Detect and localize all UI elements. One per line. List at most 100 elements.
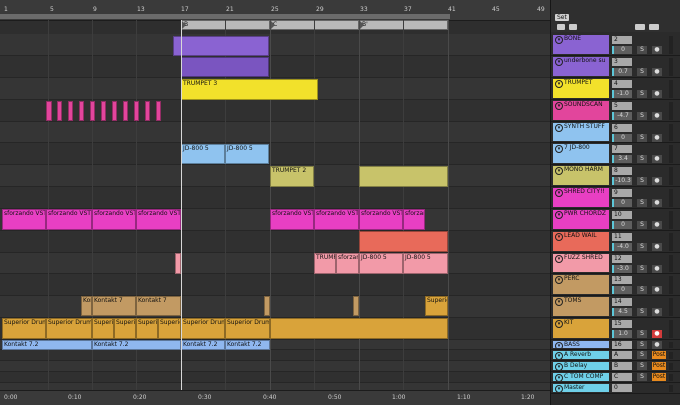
solo-button[interactable]: S: [637, 90, 647, 98]
solo-button[interactable]: S: [637, 199, 647, 207]
solo-button[interactable]: S: [637, 265, 647, 273]
track-number[interactable]: 3: [612, 58, 632, 66]
track-name[interactable]: ▾ A Reverb: [553, 351, 609, 359]
solo-button[interactable]: S: [637, 243, 647, 251]
clip-sforzando[interactable]: sforzando VST: [359, 209, 403, 230]
track-name[interactable]: ▾ underbone su: [553, 57, 609, 76]
clip-superior[interactable]: Superior Drums: [136, 318, 158, 339]
volume-field[interactable]: 1.0: [612, 330, 632, 338]
fold-icon[interactable]: ▾: [555, 363, 563, 370]
clip-superior[interactable]: Superior Drums: [158, 318, 181, 339]
track-name[interactable]: ▾ Master: [553, 384, 609, 392]
solo-button[interactable]: S: [637, 362, 647, 370]
volume-field[interactable]: 0: [612, 199, 632, 207]
solo-button[interactable]: S: [637, 155, 647, 163]
track-name[interactable]: ▾ TOMS: [553, 297, 609, 316]
solo-button[interactable]: S: [637, 134, 647, 142]
track-number[interactable]: 7: [612, 145, 632, 153]
volume-field[interactable]: 0: [612, 286, 632, 294]
track-name[interactable]: ▾ PERC: [553, 275, 609, 294]
clip-sforzando[interactable]: sforzando VST: [136, 209, 181, 230]
track-header[interactable]: ▾ PWR CHORDZ 10 0 S ●: [551, 209, 680, 231]
track-header[interactable]: ▾ LEAD WAIL 11 -4.0 S ●: [551, 231, 680, 253]
clip-jd800-a[interactable]: JD-800 5: [181, 144, 225, 164]
volume-field[interactable]: -4.7: [612, 112, 632, 120]
expand-icon[interactable]: [635, 24, 645, 30]
playhead[interactable]: [181, 20, 182, 391]
clip-superior[interactable]: [270, 318, 448, 339]
clip-superior[interactable]: Superior Drums: [425, 296, 448, 316]
fold-icon[interactable]: ▾: [555, 167, 563, 175]
clip-superior[interactable]: Superior Drums: [2, 318, 46, 339]
track-name[interactable]: ▾ B Delay: [553, 362, 609, 370]
clip-soundscan[interactable]: [79, 101, 84, 121]
clip-kontakt-bass[interactable]: Kontakt 7.2: [92, 340, 181, 350]
fold-icon[interactable]: ▾: [555, 102, 563, 110]
arm-button[interactable]: ●: [652, 243, 662, 251]
clip-sforzando[interactable]: sforzando VST: [2, 209, 46, 230]
track-number[interactable]: 15: [612, 320, 632, 328]
clip-soundscan[interactable]: [123, 101, 128, 121]
clip-superior[interactable]: Superior Drums: [114, 318, 136, 339]
clip-kontakt[interactable]: [353, 296, 359, 316]
arm-button[interactable]: ●: [652, 265, 662, 273]
solo-button[interactable]: S: [637, 330, 647, 338]
arm-button[interactable]: ●: [652, 155, 662, 163]
track-number[interactable]: 6: [612, 124, 632, 132]
post-button[interactable]: Post: [652, 362, 666, 370]
track-number[interactable]: 9: [612, 189, 632, 197]
track-header[interactable]: ▾ A Reverb A S Post: [551, 350, 680, 361]
clip-soundscan[interactable]: [134, 101, 139, 121]
clip-kontakt-bass[interactable]: Kontakt 7.2: [2, 340, 92, 350]
track-name[interactable]: ▾ TRUMPET: [553, 79, 609, 98]
track-name[interactable]: ▾ 7 JD-800: [553, 144, 609, 163]
solo-button[interactable]: S: [637, 308, 647, 316]
clip-jd800-d[interactable]: JD-800 5: [403, 253, 448, 274]
track-name[interactable]: ▾ BASS: [553, 341, 609, 348]
fold-icon[interactable]: ▾: [555, 298, 563, 306]
track-header[interactable]: ▾ TOMS 14 4.5 S ●: [551, 296, 680, 318]
track-number[interactable]: 8: [612, 167, 632, 175]
clip-sforzando[interactable]: sforzando VST: [46, 209, 92, 230]
clip-kontakt-bass[interactable]: Kontakt 7.2: [181, 340, 225, 350]
fold-icon[interactable]: ▾: [555, 342, 563, 348]
fold-icon[interactable]: ▾: [555, 80, 563, 88]
solo-button[interactable]: S: [637, 373, 647, 381]
arm-button[interactable]: ●: [652, 330, 662, 338]
clip-soundscan[interactable]: [68, 101, 73, 121]
fold-icon[interactable]: ▾: [555, 36, 563, 44]
fold-icon[interactable]: ▾: [555, 352, 563, 359]
volume-field[interactable]: 0.7: [612, 68, 632, 76]
clip-soundscan[interactable]: [90, 101, 95, 121]
fold-icon[interactable]: ▾: [555, 58, 563, 66]
clip-soundscan[interactable]: [57, 101, 62, 121]
solo-button[interactable]: S: [637, 221, 647, 229]
post-button[interactable]: Post: [652, 373, 666, 381]
clip-superior[interactable]: Superior Drums: [181, 318, 225, 339]
track-name[interactable]: ▾ PWR CHORDZ: [553, 210, 609, 229]
clip-superior[interactable]: Superior Drums: [92, 318, 114, 339]
track-header[interactable]: ▾ TRUMPET 4 -1.0 S ●: [551, 78, 680, 100]
track-name[interactable]: ▾ SYNTH STUFF: [553, 123, 609, 141]
solo-button[interactable]: S: [637, 46, 647, 54]
fold-icon[interactable]: ▾: [555, 320, 563, 328]
track-name[interactable]: ▾ MONO HARM: [553, 166, 609, 185]
volume-field[interactable]: 3.4: [612, 155, 632, 163]
track-number[interactable]: 12: [612, 255, 632, 263]
volume-field[interactable]: 0: [612, 221, 632, 229]
track-number[interactable]: C: [612, 373, 632, 381]
io-icon[interactable]: [557, 24, 565, 30]
track-lane[interactable]: [0, 231, 550, 253]
track-number[interactable]: B: [612, 362, 632, 370]
track-lane[interactable]: [0, 361, 550, 372]
track-name[interactable]: ▾ C TOM COMP: [553, 373, 609, 381]
track-header[interactable]: ▾ PERC 13 0 S ●: [551, 274, 680, 296]
track-header[interactable]: ▾ Master 0: [551, 383, 680, 394]
clip-soundscan[interactable]: [112, 101, 117, 121]
arm-button[interactable]: ●: [652, 308, 662, 316]
fold-icon[interactable]: ▾: [555, 233, 563, 241]
track-number[interactable]: 5: [612, 102, 632, 110]
track-header[interactable]: ▾ MONO HARM 8 -10.3 S ●: [551, 165, 680, 187]
volume-field[interactable]: -3.0: [612, 265, 632, 273]
arm-button[interactable]: ●: [652, 221, 662, 229]
